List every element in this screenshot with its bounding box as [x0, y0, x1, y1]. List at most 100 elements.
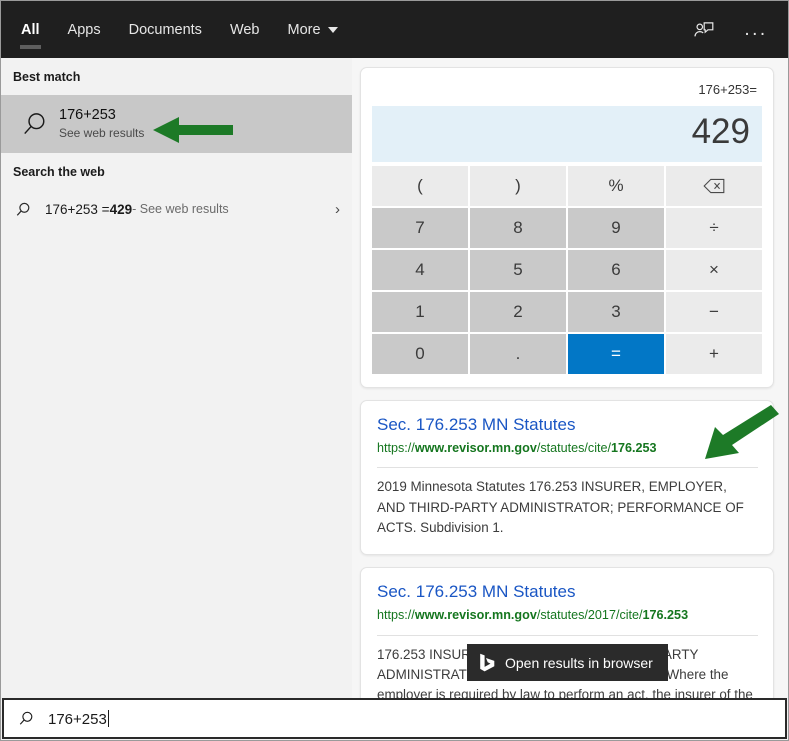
- key-percent-label: %: [608, 176, 624, 196]
- topbar-actions: ...: [686, 12, 774, 48]
- result-url-path: /statutes/cite/: [536, 441, 612, 456]
- tab-apps[interactable]: Apps: [54, 1, 115, 58]
- key-7[interactable]: 7: [372, 208, 468, 249]
- search-web-item[interactable]: 176+253 = 429 - See web results ›: [1, 190, 352, 228]
- key-9-label: 9: [611, 218, 621, 238]
- text-cursor: [107, 709, 109, 727]
- result-url-path: /statutes/2017/cite/: [536, 608, 643, 623]
- open-in-browser-tooltip: Open results in browser: [467, 644, 668, 681]
- key-minus[interactable]: −: [666, 292, 762, 333]
- best-match-text: 176+253 See web results: [59, 106, 144, 142]
- key-minus-label: −: [709, 302, 719, 322]
- ellipsis-icon: ...: [744, 19, 768, 40]
- search-web-result: 429: [109, 201, 133, 217]
- key-backspace[interactable]: [666, 166, 762, 207]
- key-equals[interactable]: =: [568, 334, 664, 375]
- key-4-label: 4: [415, 260, 425, 280]
- best-match-item[interactable]: 176+253 See web results: [1, 95, 352, 153]
- backspace-icon: [703, 179, 725, 194]
- feedback-button[interactable]: [686, 12, 722, 48]
- tab-list: All Apps Documents Web More: [7, 1, 352, 58]
- search-the-web-heading: Search the web: [13, 165, 105, 179]
- result-url-tail: 176.253: [642, 608, 689, 623]
- best-match-heading: Best match: [13, 70, 81, 84]
- key-open-paren[interactable]: (: [372, 166, 468, 207]
- result-title-link[interactable]: Sec. 176.253 MN Statutes: [377, 414, 758, 437]
- key-8[interactable]: 8: [470, 208, 566, 249]
- search-input-bar[interactable]: 176+253: [2, 698, 787, 739]
- best-match-icon-wrap: [11, 110, 59, 138]
- key-decimal-label: .: [515, 344, 521, 364]
- tab-web-label: Web: [229, 21, 260, 38]
- key-8-label: 8: [513, 218, 523, 238]
- result-title-link[interactable]: Sec. 176.253 MN Statutes: [377, 581, 758, 604]
- result-url: https://www.revisor.mn.gov/statutes/cite…: [377, 438, 758, 458]
- key-open-paren-label: (: [417, 176, 423, 196]
- result-url-domain: www.revisor.mn.gov: [414, 608, 537, 623]
- bing-logo-icon: [480, 653, 495, 672]
- more-options-button[interactable]: ...: [738, 12, 774, 48]
- key-5-label: 5: [513, 260, 523, 280]
- calculator-result: 429: [372, 106, 762, 163]
- result-url-prefix: https://: [377, 608, 415, 623]
- calculator-card: 176+253= 429 ( ) % 7 8 9 ÷ 4 5 6 × 1 2 3…: [360, 67, 774, 389]
- search-web-expression: 176+253 =: [45, 201, 110, 217]
- search-icon: [24, 113, 45, 135]
- tab-all-label: All: [21, 21, 40, 38]
- key-percent[interactable]: %: [568, 166, 664, 207]
- tab-apps-label: Apps: [67, 21, 101, 38]
- tab-more[interactable]: More: [274, 1, 352, 58]
- key-close-paren-label: ): [515, 176, 521, 196]
- calculator-keypad: ( ) % 7 8 9 ÷ 4 5 6 × 1 2 3 − 0 . = +: [372, 166, 762, 375]
- key-divide[interactable]: ÷: [666, 208, 762, 249]
- search-window: All Apps Documents Web More ... Best mat…: [0, 0, 789, 741]
- best-match-title: 176+253: [59, 106, 116, 123]
- key-close-paren[interactable]: ): [470, 166, 566, 207]
- key-1-label: 1: [415, 302, 425, 322]
- best-match-subtitle: See web results: [59, 126, 145, 141]
- key-5[interactable]: 5: [470, 250, 566, 291]
- result-url-prefix: https://: [377, 441, 415, 456]
- search-web-icon-wrap: [15, 201, 45, 218]
- result-url-domain: www.revisor.mn.gov: [414, 441, 537, 456]
- key-2-label: 2: [513, 302, 523, 322]
- search-input[interactable]: 176+253: [48, 709, 109, 728]
- result-url-tail: 176.253: [611, 441, 657, 456]
- tab-more-label: More: [287, 21, 321, 38]
- key-multiply[interactable]: ×: [666, 250, 762, 291]
- key-9[interactable]: 9: [568, 208, 664, 249]
- web-result-1: Sec. 176.253 MN Statutes https://www.rev…: [361, 401, 773, 554]
- divider: [377, 467, 758, 469]
- key-0-label: 0: [415, 344, 425, 364]
- tab-documents-label: Documents: [128, 21, 202, 38]
- left-results-panel: Best match 176+253 See web results Searc…: [1, 58, 352, 698]
- key-equals-label: =: [611, 344, 621, 364]
- tab-web[interactable]: Web: [216, 1, 274, 58]
- divider: [377, 634, 758, 636]
- key-decimal[interactable]: .: [470, 334, 566, 375]
- tab-documents[interactable]: Documents: [115, 1, 216, 58]
- key-6[interactable]: 6: [568, 250, 664, 291]
- key-0[interactable]: 0: [372, 334, 468, 375]
- key-multiply-label: ×: [709, 260, 719, 280]
- tab-all[interactable]: All: [7, 1, 54, 58]
- content-area: Best match 176+253 See web results Searc…: [1, 58, 788, 698]
- key-1[interactable]: 1: [372, 292, 468, 333]
- chevron-right-icon: ›: [335, 200, 340, 218]
- key-4[interactable]: 4: [372, 250, 468, 291]
- key-3-label: 3: [611, 302, 621, 322]
- tooltip-label: Open results in browser: [505, 654, 653, 671]
- key-3[interactable]: 3: [568, 292, 664, 333]
- result-url: https://www.revisor.mn.gov/statutes/2017…: [377, 605, 758, 625]
- search-bar-icon-wrap: [18, 710, 48, 727]
- web-result-card[interactable]: Sec. 176.253 MN Statutes https://www.rev…: [360, 400, 774, 556]
- key-2[interactable]: 2: [470, 292, 566, 333]
- calculator-expression: 176+253=: [698, 82, 757, 97]
- search-icon: [19, 711, 33, 725]
- key-plus[interactable]: +: [666, 334, 762, 375]
- search-icon: [16, 202, 30, 216]
- result-description: 2019 Minnesota Statutes 176.253 INSURER,…: [377, 479, 744, 536]
- key-6-label: 6: [611, 260, 621, 280]
- calculator: 176+253= 429 ( ) % 7 8 9 ÷ 4 5 6 × 1 2 3…: [361, 68, 773, 387]
- search-input-value: 176+253: [48, 710, 107, 728]
